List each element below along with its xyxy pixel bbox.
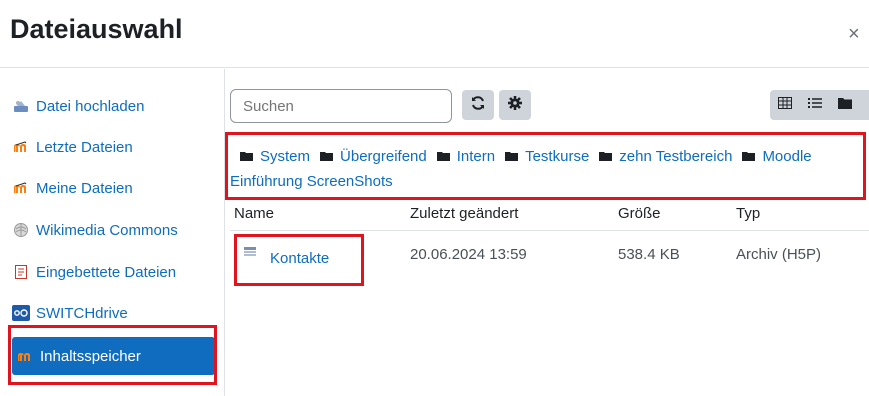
list-view-button[interactable] [800,90,830,120]
table-row-file-link[interactable]: Kontakte [244,246,329,267]
column-header-size[interactable]: Größe [618,205,661,222]
sidebar-item-label: SWITCHdrive [36,304,128,322]
upload-icon [12,98,30,114]
wikimedia-icon [12,222,30,238]
sidebar-item-my-files[interactable]: Meine Dateien [12,175,133,201]
highlight-outline [8,325,217,385]
breadcrumb-item[interactable]: Testkurse [505,148,589,165]
folder-view-icon [838,96,852,114]
column-header-modified[interactable]: Zuletzt geändert [410,205,518,222]
sidebar-item-upload[interactable]: Datei hochladen [12,93,144,119]
sidebar-item-switchdrive[interactable]: SWITCHdrive [12,300,128,326]
refresh-button[interactable] [462,90,494,120]
folder-icon [240,151,253,162]
file-picker-dialog: Dateiauswahl × Datei hochladen Letzte Da… [0,0,869,396]
folder-icon [599,151,613,162]
sidebar-item-embedded-files[interactable]: Eingebettete Dateien [12,259,176,285]
list-view-icon [808,96,822,114]
sidebar-item-label: Meine Dateien [36,179,133,197]
file-type: Archiv (H5P) [736,246,822,263]
file-size: 538.4 KB [618,246,680,263]
breadcrumb-item[interactable]: Übergreifend [320,148,427,165]
breadcrumb-item-continued[interactable]: Einführung ScreenShots [230,173,393,190]
folder-icon [742,151,756,162]
grid-view-icon [778,96,792,114]
file-name: Kontakte [270,250,330,267]
folder-icon [436,151,450,162]
dialog-header: Dateiauswahl × [0,0,869,68]
breadcrumb-item[interactable]: System [240,148,310,165]
folder-icon [320,151,334,162]
refresh-icon [470,95,486,116]
settings-button[interactable] [499,90,531,120]
grid-view-button[interactable] [770,90,800,120]
switchdrive-icon [12,305,30,321]
folder-view-button[interactable] [830,90,860,120]
embedded-files-icon [12,264,30,280]
breadcrumb-item[interactable]: Moodle [742,148,812,165]
breadcrumb: System Übergreifend Intern Testkurse zeh… [240,148,822,165]
sidebar-item-label: Datei hochladen [36,97,145,115]
sidebar-item-recent-files[interactable]: Letzte Dateien [12,134,133,160]
column-header-type[interactable]: Typ [736,205,760,222]
view-switcher [770,90,869,120]
search-box[interactable] [230,89,452,123]
moodle-repo-icon [12,139,30,155]
breadcrumb-item[interactable]: zehn Testbereich [599,148,732,165]
close-icon[interactable]: × [848,24,860,44]
moodle-repo-icon [12,180,30,196]
folder-icon [505,151,519,162]
search-input[interactable] [231,90,451,122]
file-modified: 20.06.2024 13:59 [410,246,527,263]
dialog-title: Dateiauswahl [10,14,183,44]
sidebar-item-label: Letzte Dateien [36,138,133,156]
gear-icon [507,95,523,116]
column-header-name[interactable]: Name [234,205,274,222]
sidebar-item-label: Eingebettete Dateien [36,263,177,281]
breadcrumb-item[interactable]: Intern [436,148,495,165]
file-icon [244,246,258,260]
header-divider [230,230,869,231]
sidebar-item-label: Wikimedia Commons [36,221,178,239]
sidebar-item-wikimedia[interactable]: Wikimedia Commons [12,217,178,243]
